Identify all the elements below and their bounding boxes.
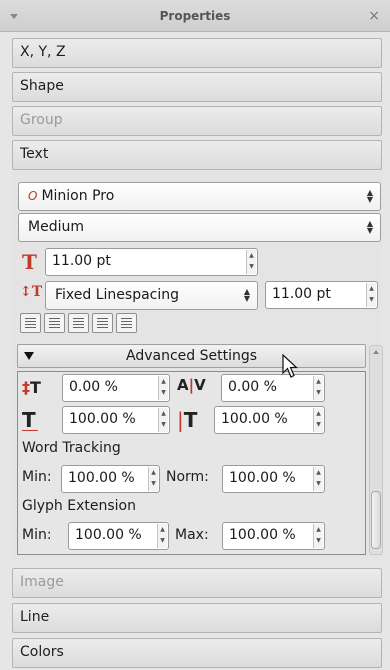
glyph-max-value: 100.00 % <box>229 527 296 543</box>
spin-buttons[interactable]: ▲ ▼ <box>148 467 158 491</box>
linespacing-icon: ↕T <box>20 284 43 300</box>
spin-buttons[interactable]: ▲ ▼ <box>313 524 323 548</box>
spin-buttons[interactable]: ▲ ▼ <box>246 250 256 274</box>
font-family-value: Minion Pro <box>41 188 115 204</box>
vertical-scale-value: 100.00 % <box>221 411 288 427</box>
font-family-select[interactable]: O Minion Pro ▲ ▼ <box>18 182 381 211</box>
font-size-icon: T <box>22 250 37 274</box>
font-size-value: 11.00 pt <box>52 253 111 269</box>
linespacing-value-input[interactable]: 11.00 pt ▲ ▼ <box>265 281 378 309</box>
word-min-label: Min: <box>22 469 52 485</box>
section-image: Image <box>12 568 382 598</box>
section-text-label: Text <box>20 146 49 162</box>
glyph-extension-label: Glyph Extension <box>22 498 136 514</box>
font-style-select[interactable]: Medium ▲ ▼ <box>18 213 381 242</box>
section-colors[interactable]: Colors <box>12 638 382 668</box>
word-min-value: 100.00 % <box>68 470 135 486</box>
spin-buttons[interactable]: ▲ ▼ <box>157 524 167 548</box>
word-norm-value: 100.00 % <box>229 470 296 486</box>
align-forced-justify-button[interactable] <box>116 313 137 333</box>
section-xyz[interactable]: X, Y, Z <box>12 38 382 68</box>
vertical-scrollbar[interactable] <box>369 345 383 555</box>
combo-arrows-icon: ▲ ▼ <box>243 287 250 303</box>
close-icon[interactable]: × <box>368 8 380 24</box>
section-shape[interactable]: Shape <box>12 72 382 102</box>
section-image-label: Image <box>20 574 64 590</box>
combo-arrows-icon: ▲ ▼ <box>366 188 373 204</box>
section-group-label: Group <box>20 112 63 128</box>
glyph-extension-max-input[interactable]: 100.00 % ▲ ▼ <box>222 522 325 550</box>
spin-buttons[interactable]: ▲ ▼ <box>313 408 323 432</box>
section-line[interactable]: Line <box>12 603 382 633</box>
word-tracking-norm-input[interactable]: 100.00 % ▲ ▼ <box>222 465 325 493</box>
word-norm-label: Norm: <box>166 469 209 485</box>
titlebar: Properties × <box>0 0 390 32</box>
spin-buttons[interactable]: ▲ ▼ <box>158 408 168 432</box>
scroll-up-icon[interactable] <box>373 350 379 354</box>
spin-buttons[interactable]: ▲ ▼ <box>313 376 323 400</box>
spin-buttons[interactable]: ▲ ▼ <box>158 376 168 400</box>
align-justify-button[interactable] <box>92 313 113 333</box>
horizontal-scale-icon: T <box>22 408 36 432</box>
tracking-icon: A|V <box>177 376 206 394</box>
section-xyz-label: X, Y, Z <box>20 44 66 60</box>
advanced-settings-label: Advanced Settings <box>125 348 258 364</box>
word-tracking-min-input[interactable]: 100.00 % ▲ ▼ <box>61 465 160 493</box>
horizontal-scale-input[interactable]: 100.00 % ▲ ▼ <box>62 406 170 434</box>
horizontal-scale-bar-icon <box>22 430 38 431</box>
linespacing-mode-value: Fixed Linespacing <box>55 287 180 303</box>
baseline-offset-input[interactable]: 0.00 % ▲ ▼ <box>62 374 170 402</box>
spin-buttons[interactable]: ▲ ▼ <box>313 467 323 491</box>
align-left-button[interactable] <box>20 313 41 333</box>
align-center-button[interactable] <box>44 313 65 333</box>
section-text[interactable]: Text <box>12 140 382 170</box>
word-tracking-label: Word Tracking <box>22 440 121 456</box>
horizontal-scale-value: 100.00 % <box>69 411 136 427</box>
baseline-offset-icon: ‡T <box>22 378 41 397</box>
combo-arrows-icon: ▲ ▼ <box>366 219 373 235</box>
advanced-settings-toggle[interactable]: Advanced Settings <box>17 344 366 368</box>
font-style-value: Medium <box>28 219 84 235</box>
glyph-max-label: Max: <box>175 527 209 543</box>
tracking-input[interactable]: 0.00 % ▲ ▼ <box>221 374 325 402</box>
alignment-buttons <box>20 313 140 337</box>
tracking-value: 0.00 % <box>228 379 277 395</box>
vertical-scale-icon: |T <box>177 408 198 432</box>
font-size-input[interactable]: 11.00 pt ▲ ▼ <box>45 248 258 276</box>
section-line-label: Line <box>20 609 50 625</box>
section-group: Group <box>12 106 382 136</box>
glyph-min-label: Min: <box>22 527 52 543</box>
mouse-cursor-icon <box>282 354 299 378</box>
baseline-offset-value: 0.00 % <box>69 379 118 395</box>
section-colors-label: Colors <box>20 644 64 660</box>
scrollbar-thumb[interactable] <box>371 491 381 549</box>
linespacing-mode-select[interactable]: Fixed Linespacing ▲ ▼ <box>45 281 258 310</box>
glyph-extension-min-input[interactable]: 100.00 % ▲ ▼ <box>68 522 169 550</box>
glyph-min-value: 100.00 % <box>75 527 142 543</box>
collapse-triangle-icon <box>24 352 34 360</box>
opentype-font-icon: O <box>28 189 38 203</box>
spin-buttons[interactable]: ▲ ▼ <box>366 283 376 307</box>
window-title: Properties <box>159 9 231 23</box>
linespacing-value: 11.00 pt <box>272 286 331 302</box>
vertical-scale-input[interactable]: 100.00 % ▲ ▼ <box>214 406 325 434</box>
align-right-button[interactable] <box>68 313 89 333</box>
section-shape-label: Shape <box>20 78 64 94</box>
